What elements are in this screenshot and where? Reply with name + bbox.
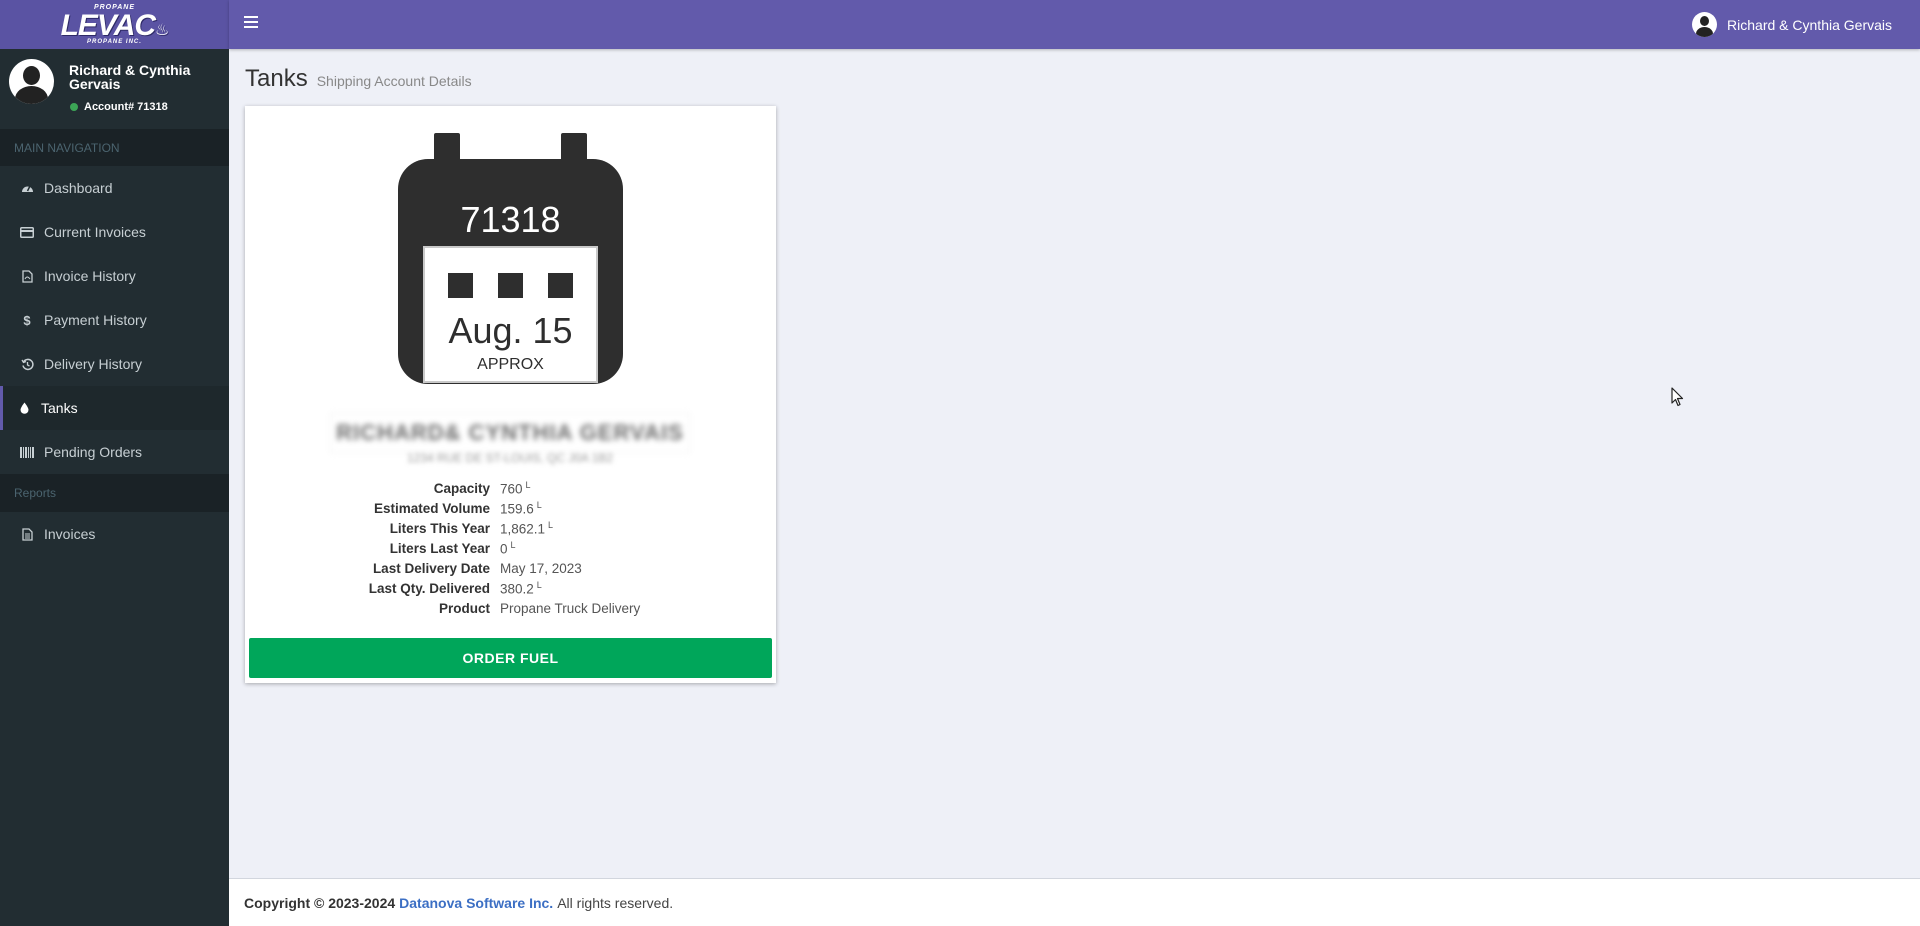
detail-label: Estimated Volume [373, 500, 490, 516]
logo-main-text: LEVAC♨ [60, 9, 170, 42]
dashboard-icon [20, 182, 34, 194]
user-panel: Richard & Cynthia Gervais Account# 71318 [0, 49, 229, 130]
sidebar-item-invoices[interactable]: Invoices [0, 512, 229, 556]
tint-icon [17, 402, 31, 414]
detail-row-last-qty-delivered: Last Qty. Delivered 380.2 L [245, 578, 776, 598]
dollar-icon: $ [23, 312, 31, 328]
company-link[interactable]: Datanova Software Inc. [399, 895, 553, 911]
detail-row-estimated-volume: Estimated Volume 159.6 L [245, 498, 776, 518]
sidebar-item-invoice-history[interactable]: Invoice History [0, 254, 229, 298]
pdf-file-icon [20, 269, 34, 283]
user-panel-account: Account# 71318 [70, 101, 168, 113]
page-title: Tanks [245, 65, 308, 92]
detail-value: 0L [500, 539, 516, 557]
page-subtitle: Shipping Account Details [316, 73, 472, 89]
logo-area[interactable]: PROPANE LEVAC♨ PROPANE INC. [0, 0, 229, 49]
account-number: Account# 71318 [84, 101, 168, 113]
detail-row-liters-this-year: Liters This Year 1,862.1 L [245, 518, 776, 538]
calendar-square [448, 273, 473, 298]
user-menu[interactable]: Richard & Cynthia Gervais [1692, 12, 1892, 37]
calendar-square [548, 273, 573, 298]
calendar-square [498, 273, 523, 298]
main-navigation-header: MAIN NAVIGATION [0, 130, 229, 166]
detail-label: Product [438, 600, 490, 616]
detail-row-product: Product Propane Truck Delivery [245, 598, 776, 618]
sidebar-item-tanks[interactable]: Tanks [0, 386, 229, 430]
barcode-icon [20, 446, 34, 458]
online-status-icon [70, 103, 78, 111]
sidebar-item-delivery-history[interactable]: Delivery History [0, 342, 229, 386]
footer: Copyright © 2023-2024 Datanova Software … [229, 878, 1920, 926]
logo-sub-text: PROPANE INC. [87, 39, 142, 45]
flame-icon: ♨ [155, 22, 169, 39]
history-icon [20, 358, 34, 371]
sidebar-item-pending-orders[interactable]: Pending Orders [0, 430, 229, 474]
copyright-text: Copyright © 2023-2024 [244, 894, 396, 911]
sidebar-item-label: Tanks [41, 400, 78, 416]
sidebar-item-label: Delivery History [44, 356, 143, 372]
next-delivery-date: Aug. 15 [448, 310, 573, 351]
detail-label: Capacity [433, 480, 490, 496]
approx-label: APPROX [477, 356, 544, 373]
hamburger-icon[interactable] [244, 16, 258, 32]
sidebar-item-payment-history[interactable]: $ Payment History [0, 298, 229, 342]
order-fuel-button[interactable]: ORDER FUEL [249, 638, 772, 678]
detail-label: Liters This Year [389, 520, 490, 536]
user-menu-name: Richard & Cynthia Gervais [1727, 16, 1892, 33]
calendar-icon: 71318 Aug. 15 APPROX [398, 133, 623, 384]
detail-value: May 17, 2023 [500, 560, 582, 576]
file-text-icon [20, 527, 34, 541]
detail-row-capacity: Capacity 760 L [245, 478, 776, 498]
tank-details: Capacity 760 L Estimated Volume 159.6 L Li… [245, 478, 776, 618]
detail-value: Propane Truck Delivery [500, 600, 641, 616]
sidebar-item-current-invoices[interactable]: Current Invoices [0, 210, 229, 254]
sidebar-item-label: Pending Orders [44, 444, 143, 460]
sidebar-item-label: Payment History [44, 312, 147, 328]
detail-value: 1,862.1 L [500, 519, 554, 537]
sidebar-item-label: Current Invoices [44, 224, 146, 240]
sidebar-item-label: Invoices [44, 526, 96, 542]
calendar-body: 71318 Aug. 15 APPROX [398, 159, 623, 384]
calendar-page: Aug. 15 APPROX [423, 246, 598, 383]
sidebar-item-dashboard[interactable]: Dashboard [0, 166, 229, 210]
rights-text: All rights reserved. [557, 894, 674, 911]
sidebar: Richard & Cynthia Gervais Account# 71318… [0, 49, 229, 926]
tank-card: 71318 Aug. 15 APPROX RICHARD& CYNTHIA GE… [245, 106, 776, 683]
sidebar-item-label: Dashboard [44, 180, 113, 196]
detail-value: 760 L [500, 479, 531, 497]
main-content: Tanks Shipping Account Details 71318 Aug… [229, 49, 1920, 878]
detail-row-last-delivery-date: Last Delivery Date May 17, 2023 [245, 558, 776, 578]
page-header: Tanks Shipping Account Details [245, 65, 472, 93]
detail-label: Last Delivery Date [372, 560, 490, 576]
credit-card-icon [20, 226, 34, 238]
detail-value: 159.6 L [500, 499, 542, 517]
detail-value: 380.2 L [500, 579, 542, 597]
mouse-cursor-icon [1671, 387, 1685, 412]
reports-header: Reports [0, 474, 229, 512]
tank-address: 1234 RUE DE ST-LOUIS, QC J0A 1B2 [406, 451, 614, 465]
tank-owner-name: RICHARD& CYNTHIA GERVAIS [330, 413, 690, 453]
detail-row-liters-last-year: Liters Last Year 0L [245, 538, 776, 558]
detail-label: Liters Last Year [389, 540, 490, 556]
avatar [1692, 12, 1718, 37]
top-navbar: Richard & Cynthia Gervais [229, 0, 1920, 49]
tank-number: 71318 [460, 199, 561, 240]
levac-logo[interactable]: PROPANE LEVAC♨ PROPANE INC. [60, 4, 170, 45]
detail-label: Last Qty. Delivered [368, 580, 490, 596]
avatar [9, 59, 54, 104]
sidebar-item-label: Invoice History [44, 268, 136, 284]
user-panel-name: Richard & Cynthia Gervais [69, 62, 191, 92]
